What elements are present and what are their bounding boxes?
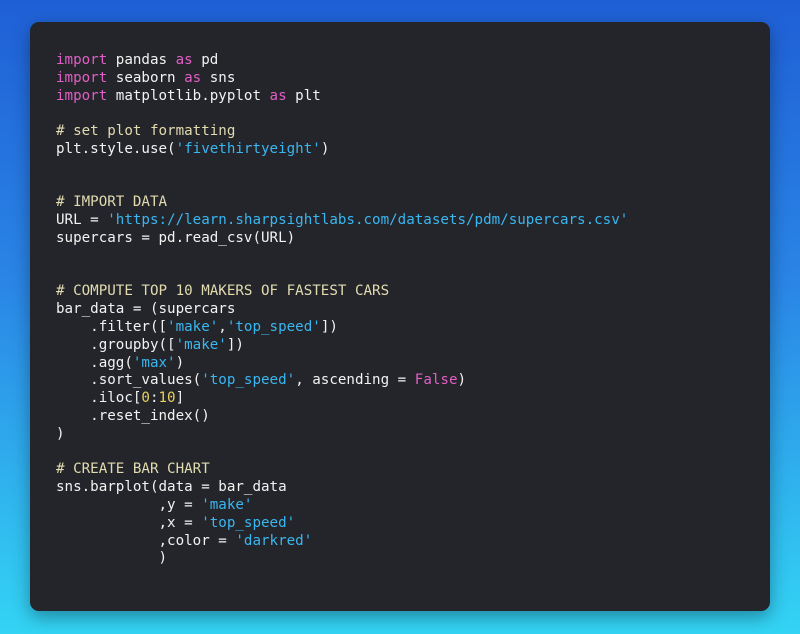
code-text-token: .groupby([ <box>56 336 176 353</box>
string-token: 'make' <box>167 318 219 335</box>
keyword-token: import <box>56 52 108 68</box>
string-token: 'top_speed' <box>226 318 321 335</box>
code-text-token: ) <box>56 550 168 567</box>
code-text-token: ,y = <box>56 496 202 513</box>
code-text-token: supercars = pd.read_csv(URL) <box>56 229 296 246</box>
string-token: 'darkred' <box>235 532 313 549</box>
code-line: # set plot formatting <box>56 123 628 141</box>
code-text-token: bar_data = (supercars <box>56 301 236 318</box>
string-token: 'fivethirtyeight' <box>175 140 321 157</box>
code-line: bar_data = (supercars <box>56 301 628 319</box>
code-text-token: .filter([ <box>56 318 168 335</box>
code-text-token: ]) <box>320 318 338 335</box>
code-text-token: ) <box>320 140 330 157</box>
code-line: import matplotlib.pyplot as plt <box>56 88 628 106</box>
keyword-token: False <box>414 372 458 389</box>
code-text-token: ] <box>175 390 185 407</box>
comment-token: # CREATE BAR CHART <box>56 461 210 478</box>
code-line: supercars = pd.read_csv(URL) <box>56 230 628 248</box>
comment-token: # set plot formatting <box>56 123 236 140</box>
comment-token: # IMPORT DATA <box>56 194 168 211</box>
keyword-token: as <box>175 52 193 68</box>
code-text-token: plt.style.use( <box>56 140 176 157</box>
comment-token: # COMPUTE TOP 10 MAKERS OF FASTEST CARS <box>56 283 390 300</box>
code-line: plt.style.use('fivethirtyeight') <box>56 141 628 159</box>
string-token: 'max' <box>132 354 176 371</box>
code-text-token: pandas <box>107 52 176 68</box>
code-text-token: URL = <box>56 212 108 229</box>
keyword-token: import <box>56 87 108 104</box>
code-line: .reset_index() <box>56 408 628 426</box>
code-line: .sort_values('top_speed', ascending = Fa… <box>56 372 628 390</box>
keyword-token: as <box>269 87 287 104</box>
code-line: ) <box>56 426 628 444</box>
code-text-token: ,color = <box>56 532 236 549</box>
keyword-token: import <box>56 69 108 86</box>
code-text-token: sns.barplot(data = bar_data <box>56 479 287 496</box>
code-text-token: : <box>149 390 159 407</box>
code-text-token: ) <box>56 425 65 442</box>
code-editor-window: import pandas as pd import seaborn as sns… <box>30 22 770 611</box>
code-line: .iloc[0:10] <box>56 390 628 408</box>
code-line: ,color = 'darkred' <box>56 533 628 551</box>
code-text-token: seaborn <box>107 69 185 86</box>
string-token: 'make' <box>175 336 227 353</box>
code-line: .agg('max') <box>56 355 628 373</box>
code-line: URL = 'https://learn.sharpsightlabs.com/… <box>56 212 628 230</box>
code-line: import pandas as pd <box>56 52 628 70</box>
string-token: 'top_speed' <box>201 372 296 389</box>
string-token: 'top_speed' <box>201 514 296 531</box>
code-text-token: ]) <box>226 336 244 353</box>
code-text-token: plt <box>286 87 321 104</box>
code-line: # IMPORT DATA <box>56 194 628 212</box>
code-text-token: ) <box>457 372 467 389</box>
code-line: .filter(['make','top_speed']) <box>56 319 628 337</box>
code-text-token: .sort_values( <box>56 372 202 389</box>
number-token: 10 <box>158 390 176 407</box>
string-token: 'make' <box>201 496 253 513</box>
code-line: ,y = 'make' <box>56 497 628 515</box>
code-line: ) <box>56 550 628 568</box>
code-text-token: ,x = <box>56 514 202 531</box>
code-text-token: .reset_index() <box>56 407 210 424</box>
code-text-token: pd <box>192 52 219 68</box>
code-text-token: ) <box>175 354 185 371</box>
number-token: 0 <box>141 390 150 407</box>
code-line: # CREATE BAR CHART <box>56 461 628 479</box>
code-line: import seaborn as sns <box>56 70 628 88</box>
code-block: import pandas as pd import seaborn as sns… <box>56 52 628 568</box>
code-text-token: sns <box>201 69 236 86</box>
code-text-token: .agg( <box>56 354 133 371</box>
code-line: ,x = 'top_speed' <box>56 515 628 533</box>
code-line: sns.barplot(data = bar_data <box>56 479 628 497</box>
code-text-token: .iloc[ <box>56 390 142 407</box>
code-line: # COMPUTE TOP 10 MAKERS OF FASTEST CARS <box>56 283 628 301</box>
code-text-token: , ascending = <box>295 372 415 389</box>
code-text-token: matplotlib.pyplot <box>107 87 270 104</box>
code-text-token: , <box>218 318 227 335</box>
code-line: .groupby(['make']) <box>56 337 628 355</box>
string-token: 'https://learn.sharpsightlabs.com/datase… <box>107 212 629 229</box>
keyword-token: as <box>184 69 202 86</box>
